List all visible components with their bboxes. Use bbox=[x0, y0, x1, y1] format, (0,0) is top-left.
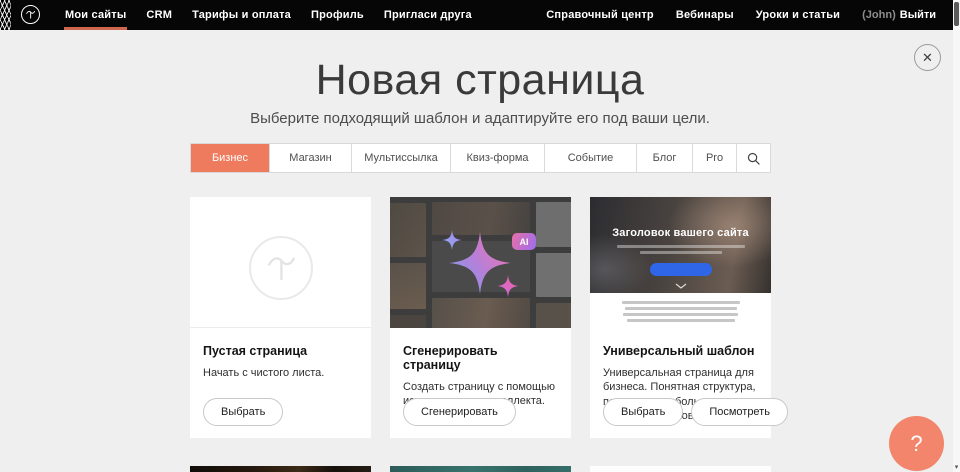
nav-profile[interactable]: Профиль bbox=[301, 0, 374, 30]
text-line bbox=[622, 301, 740, 304]
scrollbar-thumb[interactable] bbox=[954, 2, 959, 26]
nav-lessons[interactable]: Уроки и статьи bbox=[745, 9, 851, 21]
blank-page-preview bbox=[190, 197, 371, 328]
nav-my-sites[interactable]: Мои сайты bbox=[55, 0, 136, 30]
universal-template-preview: Заголовок вашего сайта bbox=[590, 197, 771, 328]
tab-event[interactable]: Событие bbox=[545, 144, 636, 172]
ai-badge: AI bbox=[512, 233, 536, 250]
hero-subtext-line bbox=[617, 245, 745, 248]
template-body-text bbox=[590, 293, 771, 328]
next-row-cards-partial bbox=[190, 466, 771, 472]
card-universal-template: Заголовок вашего сайта Универсальный шаб… bbox=[590, 197, 771, 438]
generate-button[interactable]: Сгенерировать bbox=[403, 398, 516, 426]
text-line bbox=[625, 307, 737, 310]
card-info: Пустая страница Начать с чистого листа. … bbox=[190, 328, 371, 438]
topbar-spacer bbox=[482, 0, 535, 30]
tab-search[interactable] bbox=[737, 144, 770, 172]
ai-sparkle-icon bbox=[390, 197, 571, 328]
nav-invite-friend[interactable]: Пригласи друга bbox=[374, 0, 482, 30]
tilde-glyph bbox=[25, 9, 36, 20]
template-hero-button bbox=[650, 263, 712, 276]
search-icon bbox=[747, 152, 760, 165]
card-info: Сгенерировать страницу Создать страницу … bbox=[390, 328, 571, 438]
card-description: Начать с чистого листа. bbox=[203, 366, 358, 380]
account-logout[interactable]: (John) Выйти bbox=[851, 9, 936, 21]
help-button[interactable]: ? bbox=[889, 416, 944, 471]
hero-subtext-line bbox=[640, 251, 722, 254]
topbar: Мои сайты CRM Тарифы и оплата Профиль Пр… bbox=[0, 0, 960, 30]
template-hero-heading: Заголовок вашего сайта bbox=[590, 227, 771, 239]
card-title: Универсальный шаблон bbox=[603, 344, 758, 358]
nav-crm[interactable]: CRM bbox=[136, 0, 182, 30]
tab-multilink[interactable]: Мультиссылка bbox=[352, 144, 450, 172]
logout-link[interactable]: Выйти bbox=[900, 9, 936, 21]
choose-blank-button[interactable]: Выбрать bbox=[203, 398, 283, 426]
ai-preview: AI bbox=[390, 197, 571, 328]
preview-universal-button[interactable]: Посмотреть bbox=[691, 398, 788, 426]
template-card-partial bbox=[590, 466, 771, 472]
tilda-logo-icon[interactable] bbox=[21, 5, 40, 24]
text-line bbox=[623, 313, 738, 316]
tab-quiz-form[interactable]: Квиз-форма bbox=[451, 144, 544, 172]
page-title: Новая страница bbox=[0, 57, 960, 104]
chevron-down-icon bbox=[675, 283, 687, 289]
main-nav: Мои сайты CRM Тарифы и оплата Профиль Пр… bbox=[55, 0, 482, 30]
template-cards-row: Пустая страница Начать с чистого листа. … bbox=[190, 197, 771, 438]
card-blank-page: Пустая страница Начать с чистого листа. … bbox=[190, 197, 371, 438]
template-hero: Заголовок вашего сайта bbox=[590, 197, 771, 293]
question-mark-icon: ? bbox=[910, 431, 922, 457]
tab-business[interactable]: Бизнес bbox=[191, 144, 269, 172]
nav-tariffs[interactable]: Тарифы и оплата bbox=[182, 0, 301, 30]
template-card-partial bbox=[390, 466, 571, 472]
text-line bbox=[627, 319, 735, 322]
card-info: Универсальный шаблон Универсальная стран… bbox=[590, 328, 771, 438]
tab-pro[interactable]: Pro bbox=[693, 144, 736, 172]
scrollbar-down-arrow[interactable]: ▾ bbox=[953, 464, 960, 471]
decorative-texture bbox=[0, 0, 11, 30]
secondary-nav: Справочный центр Вебинары Уроки и статьи… bbox=[535, 0, 936, 30]
scrollbar-track: ▾ bbox=[953, 0, 960, 472]
card-title: Сгенерировать страницу bbox=[403, 344, 558, 372]
choose-universal-button[interactable]: Выбрать bbox=[603, 398, 683, 426]
nav-webinars[interactable]: Вебинары bbox=[665, 9, 745, 21]
template-card-partial bbox=[190, 466, 371, 472]
card-ai-generate: AI Сгенерировать страницу Создать страни… bbox=[390, 197, 571, 438]
tilda-watermark-icon bbox=[249, 236, 313, 300]
account-name: (John) bbox=[862, 9, 896, 21]
template-category-tabs: Бизнес Магазин Мультиссылка Квиз-форма С… bbox=[190, 143, 771, 173]
tab-shop[interactable]: Магазин bbox=[270, 144, 351, 172]
tab-blog[interactable]: Блог bbox=[637, 144, 692, 172]
page-subtitle: Выберите подходящий шаблон и адаптируйте… bbox=[0, 110, 960, 127]
card-title: Пустая страница bbox=[203, 344, 358, 358]
nav-help-center[interactable]: Справочный центр bbox=[535, 9, 665, 21]
